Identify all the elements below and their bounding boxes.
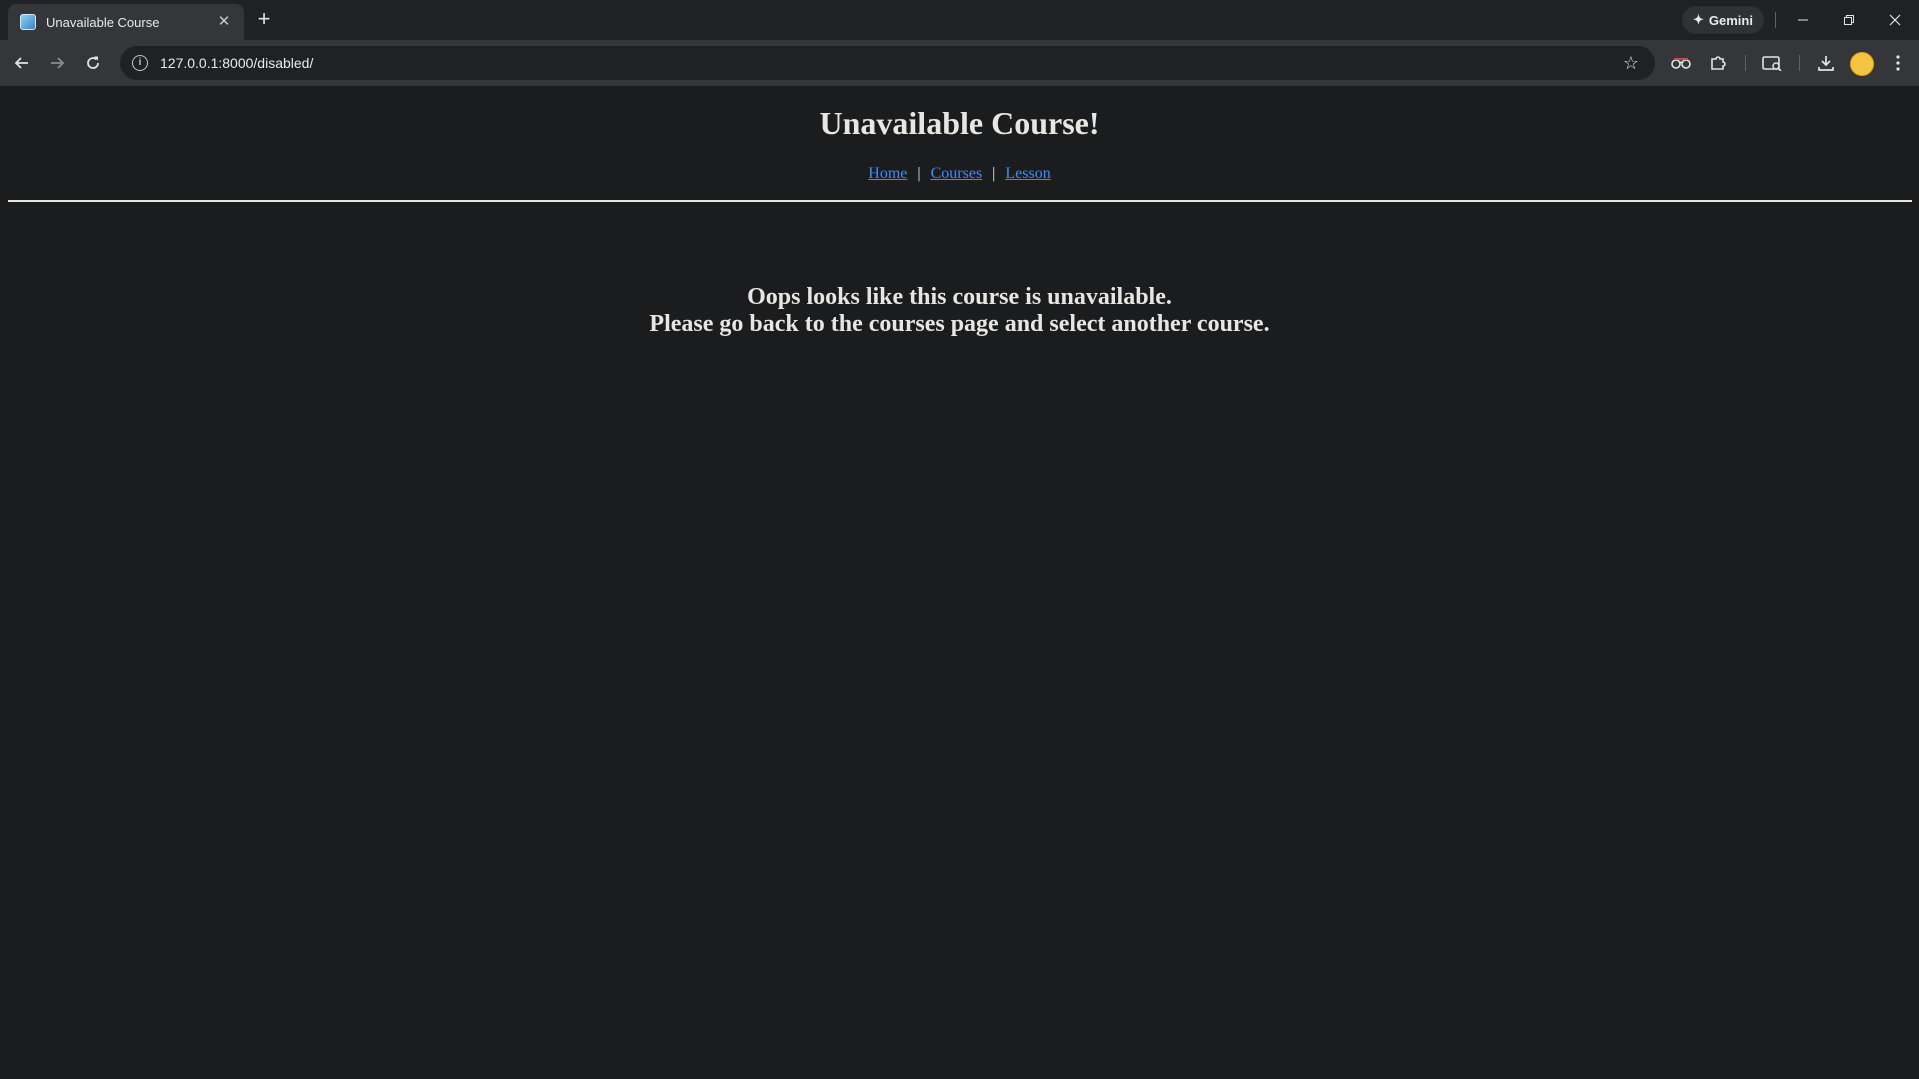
site-info-icon[interactable]: i [132, 55, 148, 71]
address-bar[interactable]: i 127.0.0.1:8000/disabled/ ☆ [120, 46, 1655, 80]
url-text[interactable]: 127.0.0.1:8000/disabled/ [160, 55, 1619, 71]
browser-tabstrip: Unavailable Course ✕ + ✦ Gemini [0, 0, 1919, 40]
gemini-button[interactable]: ✦ Gemini [1682, 6, 1764, 34]
reload-icon[interactable] [79, 49, 107, 77]
minimize-icon[interactable] [1780, 0, 1826, 40]
puzzle-extensions-icon[interactable] [1706, 51, 1730, 75]
sparkle-icon: ✦ [1693, 12, 1704, 27]
nav-link-lesson[interactable]: Lesson [1005, 165, 1050, 182]
tab-title: Unavailable Course [46, 14, 160, 30]
profile-avatar[interactable] [1850, 52, 1874, 76]
nav-link-courses[interactable]: Courses [931, 165, 983, 182]
site-favicon-icon [20, 14, 36, 30]
kebab-menu-icon[interactable] [1886, 51, 1910, 75]
tab-close-icon[interactable]: ✕ [214, 12, 234, 32]
restore-icon[interactable] [1826, 0, 1872, 40]
gemini-label: Gemini [1708, 12, 1753, 28]
new-tab-icon[interactable]: + [252, 8, 276, 32]
unavailable-message: Oops looks like this course is unavailab… [0, 284, 1919, 338]
browser-toolbar: i 127.0.0.1:8000/disabled/ ☆ [0, 40, 1919, 86]
divider [1775, 12, 1776, 28]
toolbar-divider [1799, 55, 1800, 71]
download-icon[interactable] [1814, 51, 1838, 75]
bookmark-star-icon[interactable]: ☆ [1619, 53, 1643, 74]
nav-link-home[interactable]: Home [868, 165, 907, 182]
back-arrow-icon[interactable] [8, 49, 36, 77]
message-line-2: Please go back to the courses page and s… [649, 311, 1270, 337]
glasses-extension-icon[interactable] [1669, 51, 1693, 75]
nav-separator: | [992, 165, 996, 182]
page-title: Unavailable Course! [819, 105, 1100, 141]
toolbar-divider [1745, 55, 1746, 71]
horizontal-rule [8, 200, 1912, 202]
nav-separator: | [917, 165, 921, 182]
reading-mode-icon[interactable] [1760, 51, 1784, 75]
site-nav: Home | Courses | Lesson [0, 165, 1919, 183]
forward-arrow-icon[interactable] [43, 49, 71, 77]
page-content: Unavailable Course! Home | Courses | Lesson … [0, 86, 1919, 1079]
message-line-1: Oops looks like this course is unavailab… [747, 284, 1172, 310]
window-close-icon[interactable] [1872, 0, 1918, 40]
browser-tab[interactable]: Unavailable Course ✕ [8, 4, 244, 40]
